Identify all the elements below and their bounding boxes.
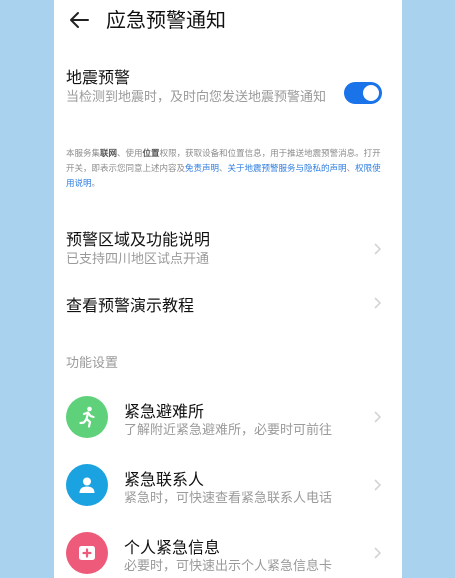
chevron-right-icon (374, 411, 382, 423)
emergency-contact-row[interactable]: 紧急联系人 紧急时，可快速查看紧急联系人电话 (54, 460, 402, 510)
notice-text: 、 (219, 164, 228, 174)
page-title: 应急预警通知 (106, 8, 226, 32)
privacy-statement-link[interactable]: 关于地震预警服务与隐私的声明 (228, 164, 347, 174)
notice-text: 、使用 (117, 149, 143, 159)
personal-emergency-info-row[interactable]: 个人紧急信息 必要时，可快速出示个人紧急信息卡 (54, 528, 402, 578)
feature-title: 个人紧急信息 (124, 538, 221, 557)
notice-bold-network: 联网 (100, 149, 118, 159)
earthquake-warning-title: 地震预警 (66, 68, 131, 87)
settings-screen: 应急预警通知 地震预警 当检测到地震时，及时向您发送地震预警通知 本服务集联网、… (54, 0, 402, 578)
feature-sub: 必要时，可快速出示个人紧急信息卡 (124, 559, 333, 574)
earthquake-warning-toggle[interactable] (344, 82, 382, 104)
emergency-shelter-row[interactable]: 紧急避难所 了解附近紧急避难所，必要时可前往 (54, 392, 402, 442)
service-notice: 本服务集联网、使用位置权限，获取设备和位置信息，用于推送地震预警消息。打开开关，… (66, 147, 388, 192)
toggle-knob (363, 85, 379, 101)
feature-sub: 了解附近紧急避难所，必要时可前往 (124, 423, 333, 438)
feature-title: 紧急避难所 (124, 402, 205, 421)
running-person-icon (66, 396, 108, 438)
warning-region-title: 预警区域及功能说明 (66, 230, 211, 249)
chevron-right-icon (374, 297, 382, 309)
disclaimer-link[interactable]: 免责声明 (185, 164, 219, 174)
warning-region-sub: 已支持四川地区试点开通 (66, 252, 210, 267)
feature-title: 紧急联系人 (124, 470, 205, 489)
chevron-right-icon (374, 243, 382, 255)
warning-region-row[interactable]: 预警区域及功能说明 已支持四川地区试点开通 (54, 222, 402, 274)
notice-text: 本服务集 (66, 149, 101, 159)
back-arrow-icon (70, 12, 89, 28)
notice-text: 。 (91, 179, 101, 189)
medical-card-icon (66, 532, 108, 574)
demo-tutorial-row[interactable]: 查看预警演示教程 (54, 288, 402, 318)
section-label: 功能设置 (66, 356, 119, 371)
notice-bold-location: 位置 (142, 149, 160, 159)
chevron-right-icon (374, 479, 382, 491)
notice-text: 、 (346, 164, 356, 174)
back-button[interactable] (66, 6, 94, 34)
contact-person-icon (66, 464, 108, 506)
earthquake-warning-desc: 当检测到地震时，及时向您发送地震预警通知 (66, 90, 327, 105)
chevron-right-icon (374, 547, 382, 559)
demo-tutorial-title: 查看预警演示教程 (66, 296, 195, 315)
header-bar: 应急预警通知 (54, 0, 402, 40)
feature-sub: 紧急时，可快速查看紧急联系人电话 (124, 491, 333, 506)
